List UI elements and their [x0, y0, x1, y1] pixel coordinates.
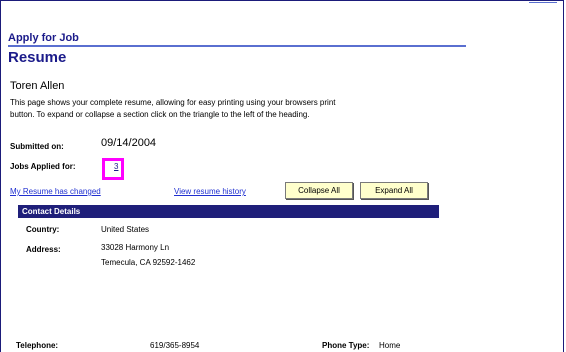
- intro-text-line-1: This page shows your complete resume, al…: [10, 98, 336, 107]
- jobs-applied-highlight: [102, 158, 124, 180]
- person-name: Toren Allen: [10, 80, 65, 92]
- phone-type-value: Home: [379, 341, 401, 350]
- top-right-link[interactable]: [529, 1, 557, 3]
- intro-text: This page shows your complete resume, al…: [10, 97, 430, 121]
- submitted-on-label: Submitted on:: [10, 142, 64, 151]
- page-frame: Apply for Job Resume Toren Allen This pa…: [0, 0, 564, 352]
- phone-type-label: Phone Type:: [322, 341, 370, 350]
- intro-text-line-2: button. To expand or collapse a section …: [10, 110, 310, 119]
- page-title: Resume: [8, 49, 67, 66]
- expand-all-label: Expand All: [375, 186, 413, 195]
- country-value: United States: [101, 225, 150, 234]
- resume-changed-link[interactable]: My Resume has changed: [10, 187, 101, 196]
- submitted-on-value: 09/14/2004: [101, 137, 157, 149]
- country-label: Country:: [26, 225, 60, 234]
- jobs-applied-value[interactable]: 3: [114, 162, 118, 171]
- section-title-divider: [8, 45, 466, 47]
- address-line-1: 33028 Harmony Ln: [101, 243, 170, 252]
- collapse-all-button[interactable]: Collapse All: [285, 182, 353, 199]
- telephone-value: 619/365-8954: [150, 341, 200, 350]
- address-line-2: Temecula, CA 92592-1462: [101, 258, 196, 267]
- expand-all-button[interactable]: Expand All: [360, 182, 428, 199]
- address-label: Address:: [26, 245, 61, 254]
- contact-details-header[interactable]: Contact Details: [18, 205, 439, 218]
- collapse-all-label: Collapse All: [298, 186, 340, 195]
- section-title: Apply for Job: [8, 32, 79, 44]
- jobs-applied-label: Jobs Applied for:: [10, 162, 76, 171]
- resume-history-link[interactable]: View resume history: [174, 187, 246, 196]
- telephone-label: Telephone:: [16, 341, 59, 350]
